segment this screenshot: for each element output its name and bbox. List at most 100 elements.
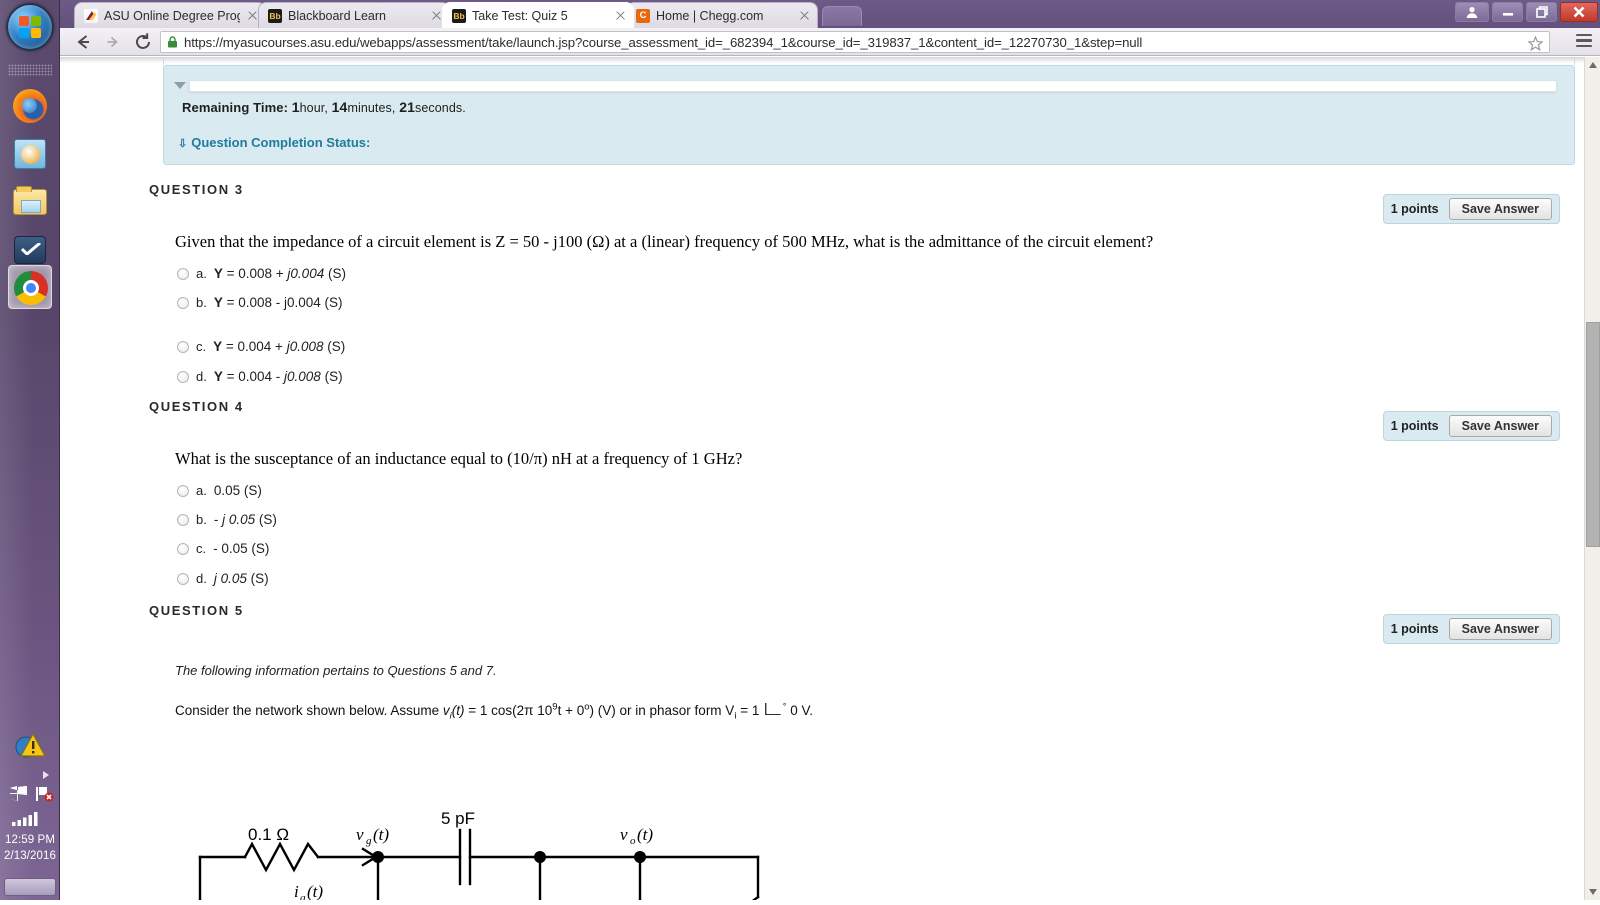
show-hidden-icons-arrow[interactable] [42,766,50,779]
question-4-points-panel: 1 points Save Answer [1382,411,1560,441]
question-4-option-c[interactable]: c. - 0.05 (S) [177,541,269,556]
series-cap-label: 5 pF [441,809,475,828]
remaining-seconds: 21 [399,99,415,115]
reload-icon[interactable] [132,32,154,52]
node-dot-vg [372,851,384,863]
question-3-option-b[interactable]: b. Y = 0.008 - j0.004 (S) [177,295,343,310]
forward-arrow-icon[interactable] [102,32,124,52]
option-letter: b. [196,512,207,527]
taskbar-clock[interactable]: 12:59 PM 2/13/2016 [0,832,60,864]
tab-strip: ASU Online Degree Progra Bb Blackboard L… [60,0,1600,28]
vo-arg: (t) [637,825,653,844]
vg-subscript: g [366,835,372,847]
tab-asu-online-degree[interactable]: ASU Online Degree Progra [74,2,266,28]
back-arrow-icon[interactable] [72,32,94,52]
tab-take-test-quiz-5[interactable]: Bb Take Test: Quiz 5 [442,2,634,28]
windows-start-orb[interactable] [7,4,53,50]
address-bar[interactable]: https://myasucourses.asu.edu/webapps/ass… [160,31,1550,53]
save-answer-button[interactable]: Save Answer [1448,198,1552,220]
remaining-minutes: 14 [331,99,348,115]
restore-icon[interactable] [1526,2,1557,22]
radio-button[interactable] [177,513,189,526]
media-player-icon[interactable] [8,132,52,176]
tray-icons [10,786,54,804]
question-3-option-d[interactable]: d. Y = 0.004 - j0.008 (S) [177,369,343,384]
tab-blackboard-learn[interactable]: Bb Blackboard Learn [258,2,450,28]
padlock-icon [167,36,178,48]
user-avatar-icon[interactable] [1455,2,1489,22]
scroll-up-arrow-icon[interactable] [1585,57,1600,73]
radio-button[interactable] [177,267,189,280]
clock-date: 2/13/2016 [3,850,57,862]
chrome-window: ASU Online Degree Progra Bb Blackboard L… [60,0,1600,900]
hamburger-menu-icon[interactable] [1576,34,1592,48]
vg-arg: (t) [373,825,389,844]
option-letter: a. [196,266,207,281]
radio-button[interactable] [177,370,189,383]
option-text: - 0.05 (S) [213,541,270,556]
window-controls [1455,1,1598,23]
clock-time: 12:59 PM [4,834,56,846]
collapse-caret-icon[interactable] [174,82,186,89]
circuit-diagram: 0.1 Ω 5 pF v g (t) v o (t) i g (t) + + 5… [198,809,760,900]
question-5-prompt-prefix: Consider the network shown below. Assume [175,703,443,718]
option-letter: c. [196,541,207,556]
question-4-option-a[interactable]: a. 0.05 (S) [177,483,262,498]
question-3-option-c[interactable]: c. Y = 0.004 + j0.008 (S) [177,339,345,354]
node-dot-mid [534,851,546,863]
close-icon[interactable] [1560,2,1598,22]
tab-title: Home | Chegg.com [656,8,764,23]
option-letter: a. [196,483,207,498]
radio-button[interactable] [177,296,189,309]
save-answer-button[interactable]: Save Answer [1448,618,1552,640]
signal-bars-icon[interactable] [12,812,40,826]
close-icon[interactable] [798,9,811,22]
file-explorer-icon[interactable] [8,180,52,224]
taskbar-drag-handle[interactable] [8,64,52,76]
firefox-icon[interactable] [8,84,52,128]
remaining-time-label: Remaining Time: [182,100,289,115]
save-answer-button[interactable]: Save Answer [1448,415,1552,437]
question-completion-status[interactable]: ⇩ Question Completion Status: [178,135,370,150]
option-text: - j 0.05 (S) [213,512,277,527]
question-3-option-a[interactable]: a. Y = 0.008 + j0.004 (S) [177,266,346,281]
windows-flag-icon[interactable] [10,786,27,801]
points-label: 1 points [1390,202,1439,216]
warning-triangle-icon[interactable] [14,730,47,760]
remaining-hours: 1 [291,99,300,115]
asu-favicon [84,8,98,23]
ig-label: i [294,882,299,900]
show-desktop-button[interactable] [4,878,56,896]
network-disconnected-icon[interactable] [36,786,54,802]
radio-button[interactable] [177,572,189,585]
option-letter: c. [196,339,207,354]
question-4-option-d[interactable]: d. j 0.05 (S) [177,571,269,586]
option-letter: d. [196,571,207,586]
browser-toolbar: https://myasucourses.asu.edu/webapps/ass… [60,28,1600,56]
radio-button[interactable] [177,542,189,555]
tab-title: Blackboard Learn [288,8,386,23]
chrome-icon[interactable] [8,265,52,309]
question-completion-status-label: Question Completion Status: [191,135,371,150]
vertical-scrollbar[interactable] [1584,57,1600,900]
tab-title: Take Test: Quiz 5 [472,8,568,23]
radio-button[interactable] [177,340,189,353]
minimize-icon[interactable] [1492,2,1523,22]
scroll-down-arrow-icon[interactable] [1585,884,1600,900]
star-icon[interactable] [1527,35,1544,52]
vo-label: v [620,825,628,844]
resistor-label: 0.1 Ω [248,825,289,844]
question-5-prompt-suffix: 0 V. [786,703,814,718]
radio-button[interactable] [177,484,189,497]
question-3-points-panel: 1 points Save Answer [1382,194,1560,224]
tab-home-chegg[interactable]: C Home | Chegg.com [626,2,818,28]
new-tab-button[interactable] [822,6,862,26]
minutes-unit: minutes, [347,101,396,115]
close-icon[interactable] [614,9,627,22]
scrollbar-thumb[interactable] [1586,322,1600,547]
question-5-points-panel: 1 points Save Answer [1382,614,1560,644]
vg-label: v [356,825,364,844]
question-4-option-b[interactable]: b. - j 0.05 (S) [177,512,277,527]
option-text: Y = 0.008 + j0.004 (S) [213,266,346,281]
option-text: Y = 0.008 - j0.004 (S) [213,295,343,310]
